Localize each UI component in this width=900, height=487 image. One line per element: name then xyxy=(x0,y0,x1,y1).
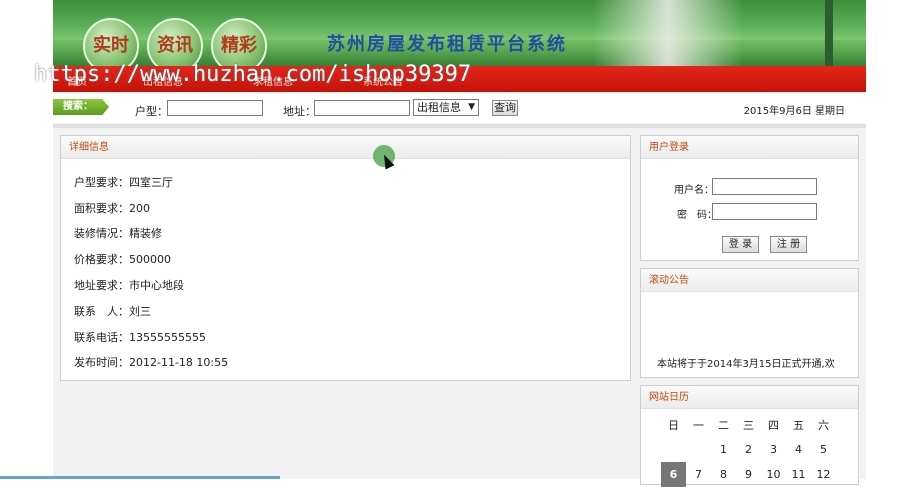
password-label: 密 码： xyxy=(677,210,717,221)
calendar-week-1: 1 2 3 4 5 xyxy=(661,437,836,462)
calendar-day xyxy=(686,437,711,462)
login-panel-title: 用户登录 xyxy=(641,136,858,159)
calendar-day[interactable]: 11 xyxy=(786,462,811,487)
detail-room: 户型要求：四室三厅 xyxy=(74,176,173,189)
address-input[interactable] xyxy=(314,100,410,116)
banner-figure xyxy=(593,0,743,66)
username-input[interactable] xyxy=(712,178,817,195)
calendar-day[interactable]: 1 xyxy=(711,437,736,462)
room-label: 户型： xyxy=(135,105,168,118)
login-panel: 用户登录 用户名： 密 码： 登 录 注 册 xyxy=(640,135,859,261)
calendar-day-today[interactable]: 6 xyxy=(661,462,686,487)
register-button[interactable]: 注 册 xyxy=(770,236,807,253)
login-button[interactable]: 登 录 xyxy=(722,236,759,253)
header-banner: 实时 资讯 精彩 苏州房屋发布租赁平台系统 xyxy=(53,0,866,66)
chevron-down-icon: ▼ xyxy=(468,102,475,112)
search-bar: 搜索： 户型： 地址： 出租信息 ▼ 查询 2015年9月6日 星期日 xyxy=(53,93,866,123)
address-label: 地址： xyxy=(283,105,316,118)
calendar-day[interactable]: 3 xyxy=(761,437,786,462)
notice-marquee: 本站将于于2014年3月15日正式开通,欢 xyxy=(657,359,835,370)
calendar-day[interactable]: 4 xyxy=(786,437,811,462)
weekday-sun: 日 xyxy=(668,418,679,432)
calendar-day[interactable]: 10 xyxy=(761,462,786,487)
detail-publish-time: 发布时间：2012-11-18 10:55 xyxy=(74,356,229,369)
detail-panel: 详细信息 户型要求：四室三厅 面积要求：200 装修情况：精装修 价格要求：50… xyxy=(60,135,631,381)
calendar-table: 日 一 二 三 四 五 六 1 2 3 4 5 6 7 8 9 10 11 12 xyxy=(661,412,836,487)
divider xyxy=(53,124,866,128)
notice-panel: 滚动公告 本站将于于2014年3月15日正式开通,欢 xyxy=(640,268,859,378)
search-tag: 搜索： xyxy=(53,99,109,115)
calendar-day[interactable]: 8 xyxy=(711,462,736,487)
calendar-weekdays: 日 一 二 三 四 五 六 xyxy=(661,412,836,437)
password-input[interactable] xyxy=(712,203,817,220)
calendar-day[interactable]: 9 xyxy=(736,462,761,487)
calendar-day xyxy=(661,437,686,462)
calendar-day[interactable]: 12 xyxy=(811,462,836,487)
calendar-panel-title: 网站日历 xyxy=(641,386,858,409)
weekday-tue: 二 xyxy=(718,418,729,432)
weekday-fri: 五 xyxy=(793,418,804,432)
weekday-mon: 一 xyxy=(693,418,704,432)
weekday-sat: 六 xyxy=(818,418,829,432)
calendar-day[interactable]: 2 xyxy=(736,437,761,462)
type-select-value: 出租信息 xyxy=(417,101,461,114)
calendar-week-2: 6 7 8 9 10 11 12 xyxy=(661,462,836,487)
room-input[interactable] xyxy=(167,100,263,116)
watermark-url: https://www.huzhan.com/ishop39397 xyxy=(34,62,472,87)
username-label: 用户名： xyxy=(674,185,714,196)
banner-circle-label: 实时 xyxy=(93,35,129,56)
banner-pole xyxy=(825,0,833,66)
detail-price: 价格要求：500000 xyxy=(74,253,171,266)
calendar-panel: 网站日历 日 一 二 三 四 五 六 1 2 3 4 5 6 7 8 9 10 … xyxy=(640,385,859,487)
calendar-day[interactable]: 5 xyxy=(811,437,836,462)
calendar-day[interactable]: 7 xyxy=(686,462,711,487)
detail-contact: 联系 人：刘三 xyxy=(74,305,151,318)
detail-decoration: 装修情况：精装修 xyxy=(74,227,162,240)
banner-circle-label: 精彩 xyxy=(221,35,257,56)
type-select[interactable]: 出租信息 ▼ xyxy=(413,99,479,116)
notice-panel-title: 滚动公告 xyxy=(641,269,858,292)
banner-circle-realtime: 实时 xyxy=(83,18,139,66)
detail-panel-title: 详细信息 xyxy=(61,136,630,159)
banner-circle-news: 资讯 xyxy=(147,18,203,66)
right-margin xyxy=(866,0,900,479)
current-date: 2015年9月6日 星期日 xyxy=(743,106,845,117)
detail-phone: 联系电话：13555555555 xyxy=(74,331,206,344)
banner-circle-label: 资讯 xyxy=(157,35,193,56)
banner-circle-exciting: 精彩 xyxy=(211,18,267,66)
query-button[interactable]: 查询 xyxy=(492,100,518,116)
detail-area: 面积要求：200 xyxy=(74,202,150,215)
weekday-thu: 四 xyxy=(768,418,779,432)
detail-address: 地址要求：市中心地段 xyxy=(74,279,184,292)
site-title: 苏州房屋发布租赁平台系统 xyxy=(327,34,567,55)
weekday-wed: 三 xyxy=(743,418,754,432)
